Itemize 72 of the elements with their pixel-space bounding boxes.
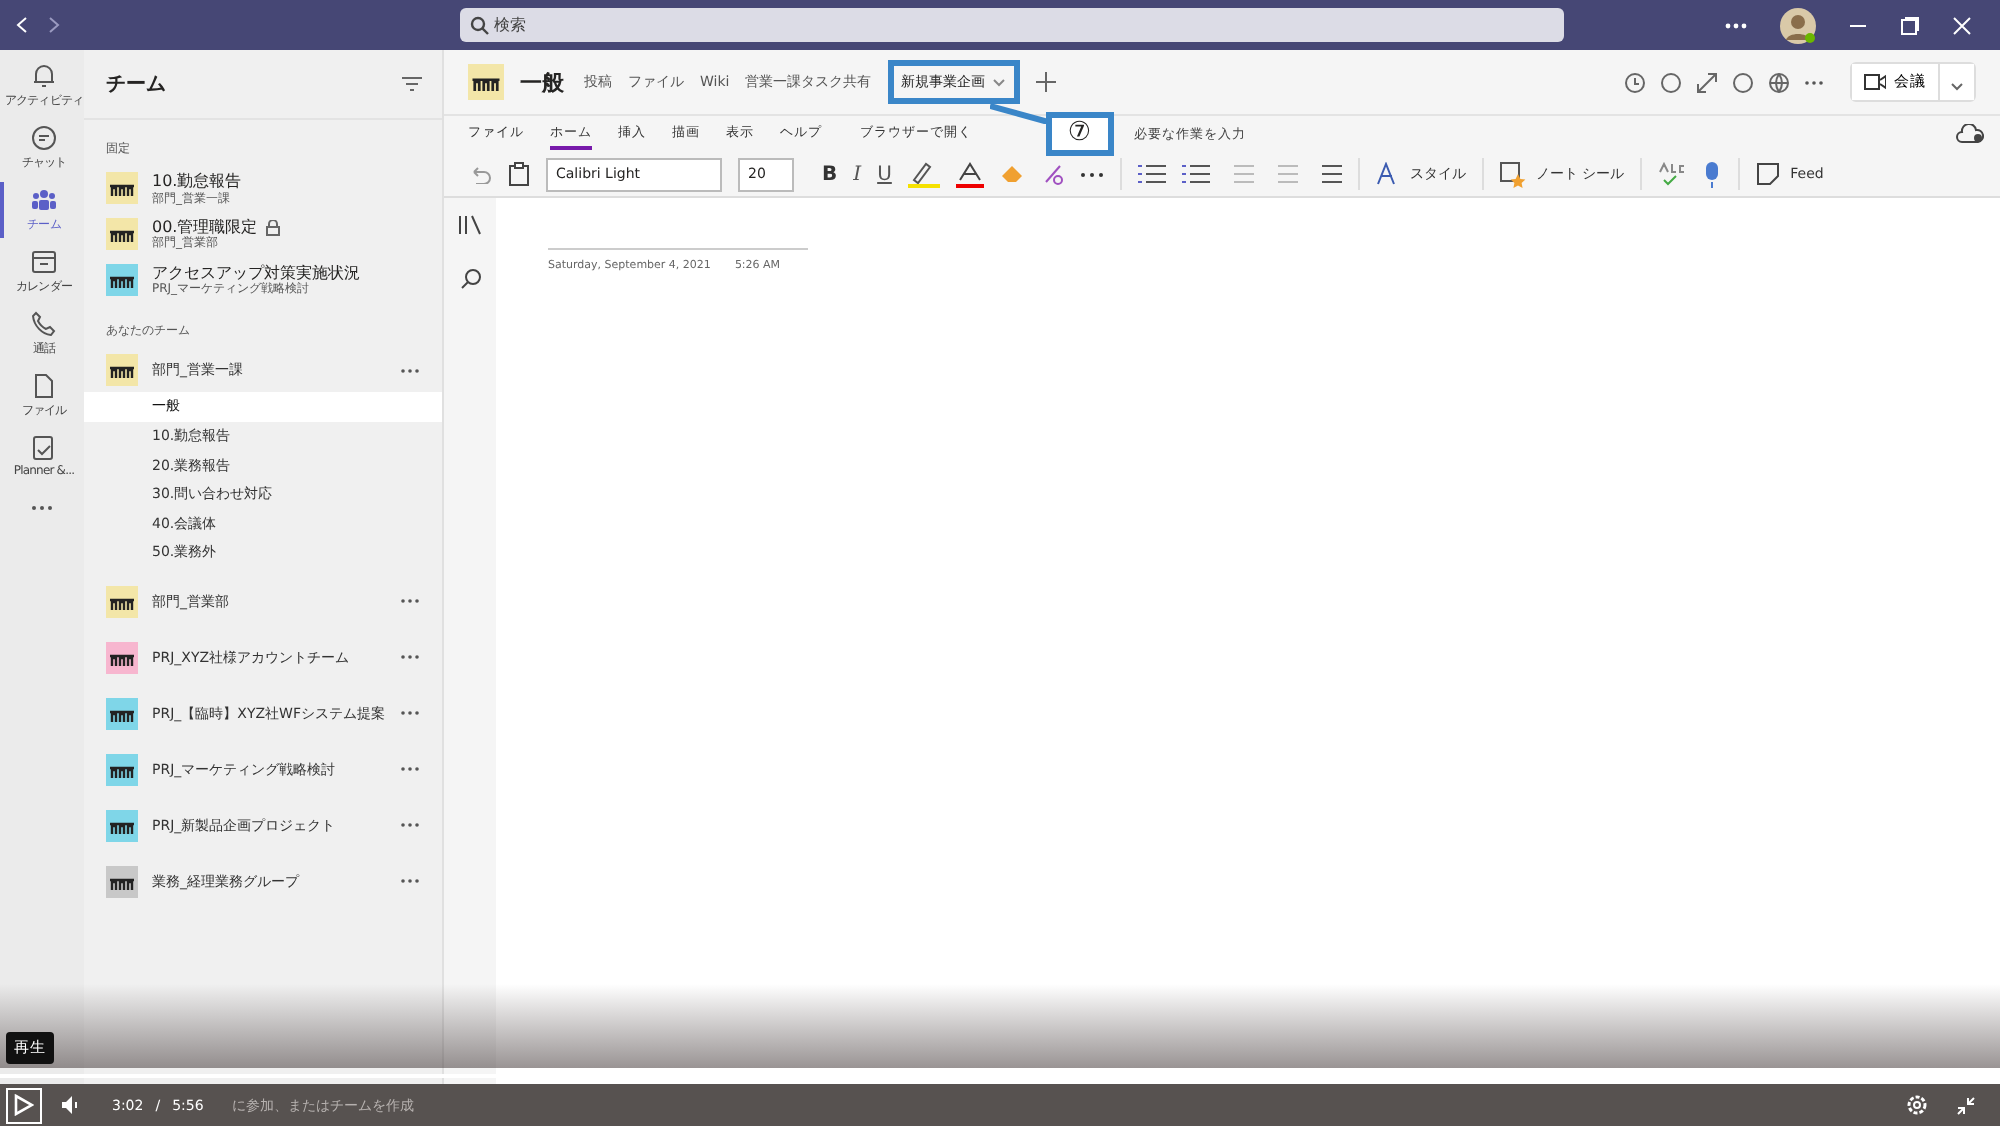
more-icon[interactable] — [400, 822, 420, 829]
sidebar-title: チーム — [106, 72, 166, 98]
search-field[interactable]: 検索 — [460, 8, 1564, 42]
team-logo-icon — [106, 753, 138, 786]
settings-icon[interactable] — [1906, 1094, 1928, 1116]
styles-icon — [1375, 162, 1400, 186]
team-logo-icon — [106, 263, 138, 296]
search-icon — [470, 16, 490, 36]
calendar-icon — [30, 248, 58, 276]
more-icon[interactable] — [1804, 79, 1824, 85]
team-logo-icon — [106, 697, 138, 730]
notebooks-icon[interactable] — [458, 214, 482, 236]
bullet-list-icon[interactable] — [1137, 164, 1166, 184]
more-icon[interactable] — [400, 367, 420, 374]
underline-button[interactable]: U — [877, 163, 892, 185]
caret-icon — [1950, 81, 1964, 91]
phone-icon — [30, 310, 58, 338]
volume-icon[interactable] — [62, 1096, 80, 1114]
team-logo-icon — [106, 809, 138, 842]
checklist-icon — [30, 434, 58, 462]
numbered-list-icon[interactable] — [1181, 164, 1210, 184]
team-logo-icon — [106, 354, 138, 387]
more-icon[interactable] — [400, 878, 420, 885]
clock-icon[interactable] — [1624, 71, 1646, 93]
more-icon[interactable] — [400, 598, 420, 605]
more-icon[interactable] — [30, 504, 54, 512]
channel-name[interactable]: アクセスアップ対策実施状況 — [152, 263, 360, 283]
more-icon[interactable] — [400, 766, 420, 773]
team-logo-icon — [106, 585, 138, 618]
search-icon[interactable] — [459, 268, 481, 290]
clipboard-icon[interactable] — [508, 162, 530, 186]
note-icon — [1756, 162, 1781, 186]
avatar-icon[interactable] — [1780, 7, 1816, 43]
back-icon[interactable] — [16, 16, 28, 34]
bell-icon — [30, 62, 58, 90]
star-checkbox-icon — [1499, 161, 1526, 187]
undo-icon[interactable] — [468, 164, 492, 184]
italic-button[interactable]: I — [853, 163, 862, 185]
more-icon[interactable] — [400, 710, 420, 717]
team-logo-icon — [106, 218, 138, 251]
channel-name[interactable]: 10.勤怠報告 — [152, 172, 242, 192]
exit-fullscreen-icon[interactable] — [1956, 1095, 1976, 1115]
clear-format-icon[interactable] — [1039, 162, 1064, 186]
video-camera-icon — [1864, 74, 1886, 90]
channel-name[interactable]: 00.管理職限定 — [152, 217, 258, 237]
close-icon[interactable] — [1952, 15, 1972, 35]
cloud-icon — [1956, 124, 1984, 144]
channel-title: 一般 — [520, 67, 564, 97]
add-icon[interactable] — [1035, 72, 1056, 92]
spelling-icon[interactable] — [1658, 162, 1687, 186]
highlighter-icon[interactable] — [907, 161, 940, 187]
more-icon[interactable] — [1724, 21, 1748, 29]
team-logo-icon — [106, 172, 138, 205]
play-icon — [14, 1094, 34, 1116]
more-icon[interactable] — [1079, 171, 1104, 177]
caret-icon — [991, 77, 1006, 87]
file-icon — [30, 372, 58, 400]
people-icon — [30, 186, 58, 214]
play-button[interactable] — [6, 1087, 42, 1123]
team-logo-icon — [468, 64, 504, 100]
more-icon[interactable] — [400, 654, 420, 661]
team-logo-icon — [106, 865, 138, 898]
bold-button[interactable]: B — [822, 163, 838, 185]
microphone-icon[interactable] — [1702, 161, 1723, 187]
callout-label: ⑦ — [1045, 112, 1114, 156]
team-logo-icon — [106, 641, 138, 674]
filter-icon[interactable] — [402, 76, 422, 92]
globe-icon[interactable] — [1768, 71, 1790, 93]
maximize-icon[interactable] — [1900, 15, 1920, 35]
forward-icon[interactable] — [48, 16, 60, 34]
expand-icon[interactable] — [1696, 71, 1718, 93]
font-color-icon[interactable] — [955, 161, 984, 187]
